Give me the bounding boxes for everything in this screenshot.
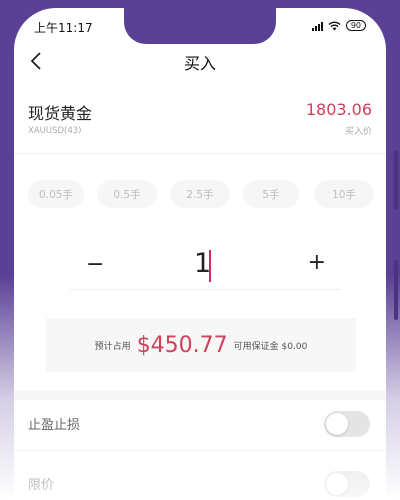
limit-price-row: 限价: [14, 460, 386, 500]
status-icons: 90: [311, 20, 366, 31]
quantity-stepper: − 1 +: [70, 244, 342, 290]
product-header: 现货黄金 XAUUSD(43) 1803.06 买入价: [28, 100, 372, 150]
page-title: 买入: [183, 54, 216, 73]
limit-price-toggle[interactable]: [324, 471, 370, 497]
available-margin: 可用保证金 $0.00: [233, 341, 308, 352]
product-name: 现货黄金: [28, 104, 93, 123]
side-button-bottom: [394, 260, 398, 320]
margin-summary: 预计占用 $450.77 可用保证金 $0.00: [46, 318, 356, 372]
wifi-icon: [328, 21, 341, 30]
take-profit-stop-loss-toggle[interactable]: [324, 411, 370, 437]
status-time: 上午11:17: [34, 21, 93, 35]
lot-options: 0.05手 0.5手 2.5手 5手 10手: [28, 180, 386, 208]
nav-bar: 买入: [14, 44, 386, 76]
notch: [124, 8, 276, 44]
toggle-knob: [326, 413, 348, 435]
phone-screen: 上午11:17 90 买入 现货黄金 XAUUSD(43) 1803.06 买入…: [14, 8, 386, 500]
increase-button[interactable]: +: [308, 250, 326, 275]
lot-option-5[interactable]: 5手: [243, 180, 299, 208]
lot-option-2.5[interactable]: 2.5手: [170, 180, 230, 208]
occupied-label: 预计占用: [94, 341, 131, 352]
battery-icon: 90: [345, 20, 366, 31]
text-caret: [209, 250, 211, 282]
limit-price-label: 限价: [28, 478, 55, 493]
product-code: XAUUSD(43): [28, 126, 82, 136]
take-profit-stop-loss-label: 止盈止损: [28, 418, 81, 433]
decrease-button[interactable]: −: [86, 252, 104, 277]
buy-price: 1803.06: [305, 100, 372, 119]
toggle-knob: [326, 473, 348, 495]
take-profit-stop-loss-row: 止盈止损: [14, 400, 386, 450]
buy-price-label: 买入价: [344, 127, 372, 137]
section-separator: [14, 390, 386, 400]
occupied-amount: $450.77: [136, 332, 228, 358]
signal-icon: [311, 21, 323, 31]
divider: [14, 450, 386, 451]
lot-option-10[interactable]: 10手: [314, 180, 374, 208]
side-button-top: [394, 150, 398, 210]
lot-option-0.5[interactable]: 0.5手: [97, 180, 157, 208]
divider: [14, 153, 386, 154]
lot-option-0.05[interactable]: 0.05手: [28, 180, 84, 208]
quantity-underline: [70, 289, 342, 290]
